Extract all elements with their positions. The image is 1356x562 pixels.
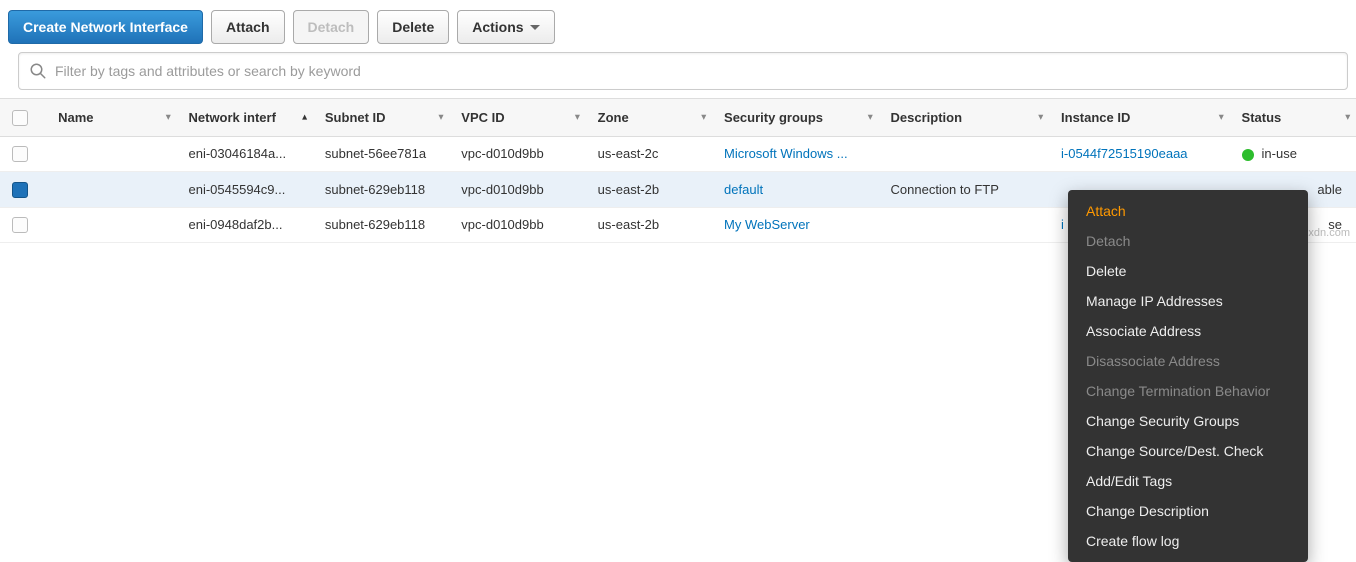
sort-icon: ▾ bbox=[702, 112, 707, 123]
menu-associate-address[interactable]: Associate Address bbox=[1068, 316, 1308, 346]
detach-button: Detach bbox=[293, 10, 370, 44]
menu-disassociate-address: Disassociate Address bbox=[1068, 346, 1308, 376]
cell-description: Connection to FTP bbox=[879, 172, 1050, 208]
cell-name bbox=[46, 207, 176, 243]
cell-description bbox=[879, 136, 1050, 172]
sort-icon: ▾ bbox=[1219, 112, 1224, 123]
sort-asc-icon: ▴ bbox=[302, 112, 307, 123]
sort-icon: ▾ bbox=[575, 112, 580, 123]
col-vpc[interactable]: VPC ID▾ bbox=[449, 99, 585, 137]
cell-subnet: subnet-629eb118 bbox=[313, 207, 449, 243]
cell-eni: eni-03046184a... bbox=[177, 136, 313, 172]
sort-icon: ▾ bbox=[868, 112, 873, 123]
sort-icon: ▾ bbox=[439, 112, 444, 123]
search-input[interactable] bbox=[55, 63, 1337, 79]
create-network-interface-button[interactable]: Create Network Interface bbox=[8, 10, 203, 44]
col-network-interface[interactable]: Network interf▴ bbox=[177, 99, 313, 137]
col-instance-id[interactable]: Instance ID▾ bbox=[1049, 99, 1230, 137]
search-bar[interactable] bbox=[18, 52, 1348, 90]
caret-down-icon bbox=[530, 25, 540, 30]
menu-change-termination: Change Termination Behavior bbox=[1068, 376, 1308, 406]
table-row[interactable]: eni-03046184a... subnet-56ee781a vpc-d01… bbox=[0, 136, 1356, 172]
menu-attach[interactable]: Attach bbox=[1068, 196, 1308, 226]
toolbar: Create Network Interface Attach Detach D… bbox=[0, 0, 1356, 52]
sort-icon: ▾ bbox=[166, 112, 171, 123]
cell-description bbox=[879, 207, 1050, 243]
col-name[interactable]: Name▾ bbox=[46, 99, 176, 137]
menu-manage-ip[interactable]: Manage IP Addresses bbox=[1068, 286, 1308, 316]
row-checkbox[interactable] bbox=[12, 217, 28, 233]
menu-detach: Detach bbox=[1068, 226, 1308, 256]
cell-name bbox=[46, 172, 176, 208]
cell-name bbox=[46, 136, 176, 172]
sort-icon: ▾ bbox=[1345, 112, 1350, 123]
cell-zone: us-east-2b bbox=[586, 172, 712, 208]
menu-change-security-groups[interactable]: Change Security Groups bbox=[1068, 406, 1308, 436]
row-checkbox[interactable] bbox=[12, 146, 28, 162]
cell-security-group-link[interactable]: My WebServer bbox=[712, 207, 878, 243]
col-status[interactable]: Status▾ bbox=[1230, 99, 1356, 137]
table-header-row: Name▾ Network interf▴ Subnet ID▾ VPC ID▾… bbox=[0, 99, 1356, 137]
col-checkbox[interactable] bbox=[0, 99, 46, 137]
sort-icon: ▾ bbox=[1038, 112, 1043, 123]
actions-label: Actions bbox=[472, 19, 523, 35]
select-all-checkbox[interactable] bbox=[12, 110, 28, 126]
cell-status: in-use bbox=[1230, 136, 1356, 172]
col-security-groups[interactable]: Security groups▾ bbox=[712, 99, 878, 137]
cell-zone: us-east-2c bbox=[586, 136, 712, 172]
actions-button[interactable]: Actions bbox=[457, 10, 554, 44]
menu-add-edit-tags[interactable]: Add/Edit Tags bbox=[1068, 466, 1308, 496]
cell-subnet: subnet-56ee781a bbox=[313, 136, 449, 172]
col-zone[interactable]: Zone▾ bbox=[586, 99, 712, 137]
cell-vpc: vpc-d010d9bb bbox=[449, 207, 585, 243]
col-subnet[interactable]: Subnet ID▾ bbox=[313, 99, 449, 137]
cell-zone: us-east-2b bbox=[586, 207, 712, 243]
col-description[interactable]: Description▾ bbox=[879, 99, 1050, 137]
menu-delete[interactable]: Delete bbox=[1068, 256, 1308, 286]
row-checkbox[interactable] bbox=[12, 182, 28, 198]
menu-change-source-dest[interactable]: Change Source/Dest. Check bbox=[1068, 436, 1308, 466]
menu-change-description[interactable]: Change Description bbox=[1068, 496, 1308, 526]
cell-vpc: vpc-d010d9bb bbox=[449, 136, 585, 172]
search-icon bbox=[29, 62, 47, 80]
cell-instance-link[interactable]: i-0544f72515190eaaa bbox=[1049, 136, 1230, 172]
cell-vpc: vpc-d010d9bb bbox=[449, 172, 585, 208]
delete-button[interactable]: Delete bbox=[377, 10, 449, 44]
cell-eni: eni-0948daf2b... bbox=[177, 207, 313, 243]
cell-eni: eni-0545594c9... bbox=[177, 172, 313, 208]
context-menu: Attach Detach Delete Manage IP Addresses… bbox=[1068, 190, 1308, 562]
cell-subnet: subnet-629eb118 bbox=[313, 172, 449, 208]
cell-security-group-link[interactable]: Microsoft Windows ... bbox=[712, 136, 878, 172]
status-dot-icon bbox=[1242, 149, 1254, 161]
menu-create-flow-log[interactable]: Create flow log bbox=[1068, 526, 1308, 556]
cell-security-group-link[interactable]: default bbox=[712, 172, 878, 208]
attach-button[interactable]: Attach bbox=[211, 10, 285, 44]
